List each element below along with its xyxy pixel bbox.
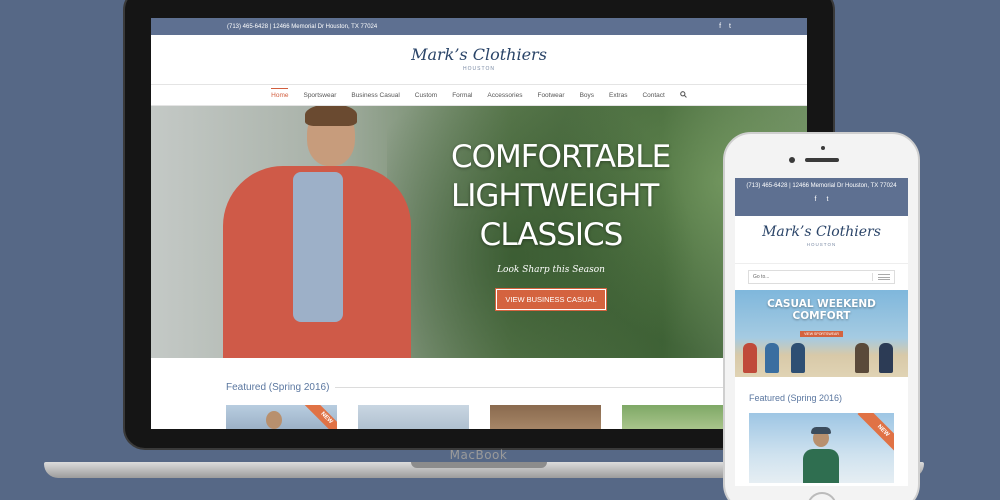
twitter-icon[interactable]: t: [827, 196, 829, 203]
hero-subtitle: Look Sharp this Season: [497, 265, 605, 275]
hero-text-block: COMFORTABLE LIGHTWEIGHT CLASSICS Look Sh…: [451, 138, 671, 311]
new-ribbon: NEW: [300, 405, 337, 429]
hero-headline-2: LIGHTWEIGHT: [451, 178, 659, 214]
nav-footwear[interactable]: Footwear: [537, 92, 564, 99]
featured-heading: Featured (Spring 2016): [226, 382, 807, 393]
twitter-icon[interactable]: t: [729, 23, 731, 30]
new-ribbon-label: NEW: [319, 411, 334, 426]
new-ribbon-label: NEW: [875, 423, 891, 439]
featured-heading-text: Featured (Spring 2016): [226, 382, 330, 393]
phone-sensor: [821, 146, 825, 150]
nav-boys[interactable]: Boys: [580, 92, 594, 99]
nav-sportswear[interactable]: Sportswear: [303, 92, 336, 99]
hero-headline-1: COMFORTABLE: [451, 139, 671, 175]
phone-camera: [789, 157, 795, 163]
hero-person-5: [879, 343, 893, 373]
desktop-social-links: f t: [719, 23, 731, 30]
phone-home-button[interactable]: [807, 492, 837, 500]
mobile-hero-headline-1: CASUAL WEEKEND: [767, 298, 876, 310]
desktop-logo[interactable]: Mark’s Clothiers HOUSTON: [151, 35, 807, 85]
hero-model-shirt: [293, 172, 343, 322]
view-sportswear-button[interactable]: VIEW SPORTSWEAR: [800, 331, 843, 337]
featured-product-4[interactable]: [622, 405, 733, 429]
mobile-topbar: (713) 465-6428 | 12466 Memorial Dr Houst…: [735, 178, 908, 216]
hero-person-3: [791, 343, 805, 373]
phone-frame: (713) 465-6428 | 12466 Memorial Dr Houst…: [723, 132, 920, 500]
nav-business-casual[interactable]: Business Casual: [351, 92, 399, 99]
phone-screen: (713) 465-6428 | 12466 Memorial Dr Houst…: [735, 178, 908, 486]
nav-accessories[interactable]: Accessories: [487, 92, 522, 99]
mobile-featured-heading: Featured (Spring 2016): [749, 393, 843, 403]
hamburger-menu-icon[interactable]: [872, 273, 890, 281]
logo-name: Mark’s Clothiers: [411, 45, 547, 64]
nav-contact[interactable]: Contact: [642, 92, 664, 99]
nav-home[interactable]: Home: [271, 87, 289, 99]
logo-name: Mark’s Clothiers: [762, 224, 881, 240]
hero-model-hair: [305, 106, 357, 126]
logo-subtitle: HOUSTON: [463, 66, 495, 72]
desktop-hero-banner: COMFORTABLE LIGHTWEIGHT CLASSICS Look Sh…: [151, 106, 807, 358]
featured-thumbnails: NEW: [226, 405, 807, 429]
mobile-logo[interactable]: Mark’s Clothiers HOUSTON: [735, 216, 908, 264]
nav-formal[interactable]: Formal: [452, 92, 472, 99]
nav-extras[interactable]: Extras: [609, 92, 627, 99]
hero-person-1: [743, 343, 757, 373]
mobile-contact-info: (713) 465-6428 | 12466 Memorial Dr Houst…: [746, 183, 897, 189]
logo-subtitle: HOUSTON: [806, 242, 837, 247]
mobile-product-model: [801, 427, 841, 483]
mobile-social-links: f t: [735, 196, 908, 203]
mobile-featured-product[interactable]: NEW: [749, 413, 894, 483]
view-business-casual-button[interactable]: VIEW BUSINESS CASUAL: [495, 288, 607, 311]
featured-product-2[interactable]: [358, 405, 469, 429]
hero-headline-3: CLASSICS: [479, 217, 624, 253]
mobile-goto-select[interactable]: Go to...: [748, 270, 895, 284]
facebook-icon[interactable]: f: [719, 23, 721, 30]
desktop-nav: Home Sportswear Business Casual Custom F…: [151, 85, 807, 106]
goto-placeholder: Go to...: [753, 274, 770, 280]
mobile-hero-headline-2: COMFORT: [792, 310, 851, 322]
laptop-screen: (713) 465-6428 | 12466 Memorial Dr Houst…: [151, 18, 807, 429]
hero-person-4: [855, 343, 869, 373]
desktop-featured-section: Featured (Spring 2016) NEW: [151, 358, 807, 429]
facebook-icon[interactable]: f: [815, 196, 817, 203]
mobile-hero-banner: CASUAL WEEKEND COMFORT VIEW SPORTSWEAR: [735, 290, 908, 377]
search-icon[interactable]: [680, 90, 687, 100]
new-ribbon: NEW: [857, 413, 894, 457]
nav-custom[interactable]: Custom: [415, 92, 437, 99]
phone-speaker: [805, 158, 839, 162]
desktop-topbar: (713) 465-6428 | 12466 Memorial Dr Houst…: [151, 18, 807, 35]
desktop-contact-info: (713) 465-6428 | 12466 Memorial Dr Houst…: [227, 23, 378, 30]
laptop-notch: [411, 462, 547, 468]
featured-product-1[interactable]: NEW: [226, 405, 337, 429]
featured-product-3[interactable]: [490, 405, 601, 429]
hero-person-2: [765, 343, 779, 373]
